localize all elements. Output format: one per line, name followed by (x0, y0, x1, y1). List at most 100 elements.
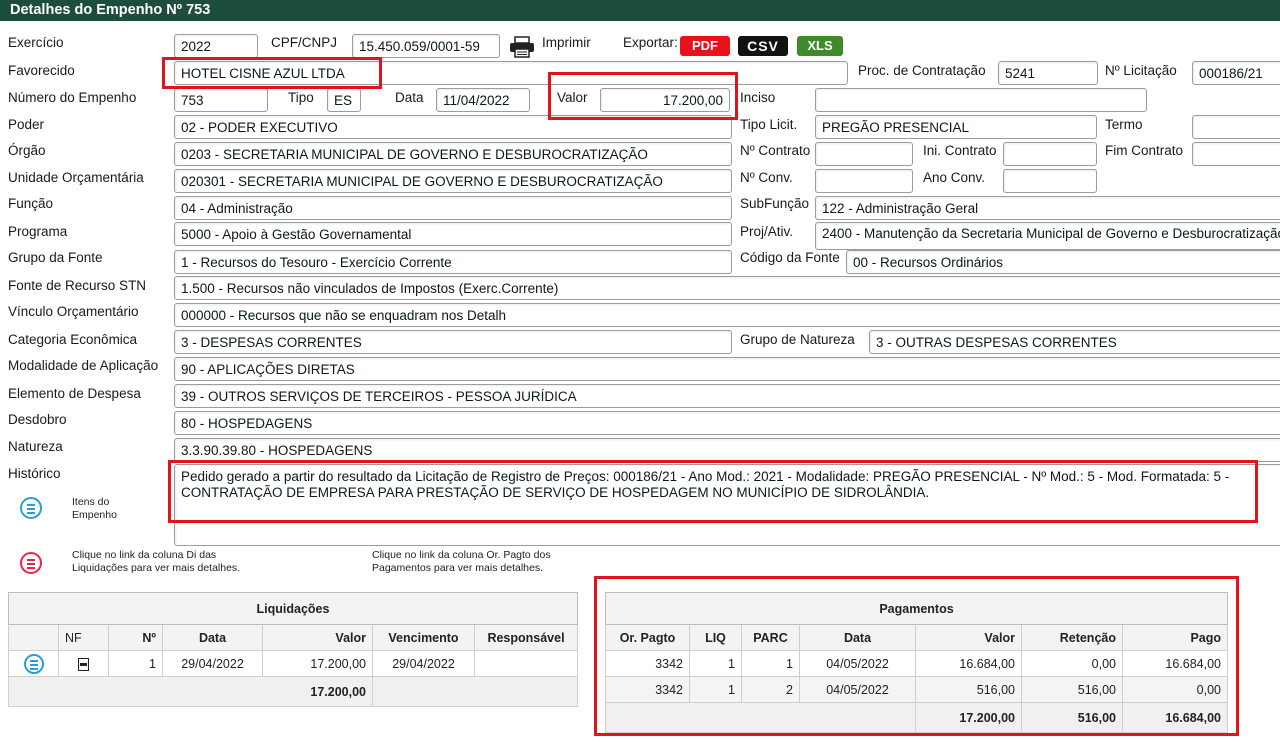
export-xls-button[interactable]: XLS (797, 36, 843, 56)
pag-header-liq: LIQ (689, 624, 742, 651)
tipo-field[interactable]: ES (327, 88, 361, 112)
pag-pago-cell: 16.684,00 (1122, 650, 1228, 677)
elemento-field[interactable]: 39 - OUTROS SERVIÇOS DE TERCEIROS - PESS… (174, 384, 1280, 408)
inciso-field[interactable] (815, 88, 1147, 112)
pag-parc-cell: 1 (741, 650, 800, 677)
hint-pagamentos: Clique no link da coluna Or. Pagto dos P… (372, 549, 551, 574)
unidade-field[interactable]: 020301 - SECRETARIA MUNICIPAL DE GOVERNO… (174, 169, 732, 193)
fim-contrato-field[interactable] (1192, 142, 1280, 166)
printer-icon[interactable] (509, 36, 535, 58)
export-pdf-button[interactable]: PDF (680, 36, 730, 56)
detail-list-icon[interactable] (23, 653, 44, 674)
funcao-field[interactable]: 04 - Administração (174, 196, 732, 220)
label-inciso: Inciso (740, 90, 776, 105)
pag-total-pago: 16.684,00 (1122, 702, 1228, 733)
liquidacoes-title: Liquidações (8, 592, 578, 625)
proj-field[interactable]: 2400 - Manutenção da Secretaria Municipa… (815, 222, 1280, 250)
label-exercicio: Exercício (8, 35, 64, 50)
pag-header-orpagto: Or. Pagto (605, 624, 690, 651)
print-button[interactable]: Imprimir (542, 35, 591, 50)
label-proj: Proj/Ativ. (740, 224, 794, 239)
label-licitacao: Nº Licitação (1105, 63, 1177, 78)
codigo-fonte-field[interactable]: 00 - Recursos Ordinários (846, 250, 1280, 274)
liq-vencimento-cell: 29/04/2022 (372, 650, 475, 677)
favorecido-field[interactable]: HOTEL CISNE AZUL LTDA (174, 61, 848, 85)
pag-total-retencao: 516,00 (1021, 702, 1123, 733)
data-field[interactable]: 11/04/2022 (436, 88, 530, 112)
label-favorecido: Favorecido (8, 63, 75, 78)
pagamentos-title: Pagamentos (605, 592, 1228, 625)
licitacao-field[interactable]: 000186/21 (1192, 61, 1280, 85)
fonte-stn-field[interactable]: 1.500 - Recursos não vinculados de Impos… (174, 276, 1280, 300)
liq-nf-cell[interactable] (58, 650, 109, 677)
label-codigo-fonte: Código da Fonte (740, 250, 840, 265)
ano-conv-field[interactable] (1003, 169, 1097, 193)
table-row: 1 29/04/2022 17.200,00 29/04/2022 (8, 650, 578, 677)
grupo-natureza-field[interactable]: 3 - OUTRAS DESPESAS CORRENTES (869, 330, 1280, 354)
liq-detail-cell[interactable] (8, 650, 59, 677)
label-desdobro: Desdobro (8, 412, 67, 427)
label-fim-contrato: Fim Contrato (1105, 143, 1184, 158)
pag-orpagto-link[interactable]: 3342 (605, 650, 690, 677)
liq-header-responsavel: Responsável (474, 624, 578, 651)
tipo-licit-field[interactable]: PREGÃO PRESENCIAL (815, 115, 1097, 139)
liq-header-vencimento: Vencimento (372, 624, 475, 651)
cpf-field[interactable]: 15.450.059/0001-59 (352, 34, 500, 58)
label-contrato: Nº Contrato (740, 143, 811, 158)
vinculo-field[interactable]: 000000 - Recursos que não se enquadram n… (174, 303, 1280, 327)
table-row: 3342 1 1 04/05/2022 16.684,00 0,00 16.68… (605, 650, 1228, 677)
orgao-field[interactable]: 0203 - SECRETARIA MUNICIPAL DE GOVERNO E… (174, 142, 732, 166)
label-ini-contrato: Ini. Contrato (923, 143, 997, 158)
desdobro-field[interactable]: 80 - HOSPEDAGENS (174, 411, 1280, 435)
termo-field[interactable] (1192, 115, 1280, 139)
conv-field[interactable] (815, 169, 913, 193)
grupo-fonte-field[interactable]: 1 - Recursos do Tesouro - Exercício Corr… (174, 250, 732, 274)
liq-responsavel-cell (474, 650, 578, 677)
pag-liq-cell: 1 (689, 676, 742, 703)
document-icon[interactable] (78, 657, 89, 671)
liquidacoes-table: Liquidações NF Nº Data Valor Vencimento … (8, 592, 578, 707)
label-termo: Termo (1105, 117, 1143, 132)
natureza-field[interactable]: 3.3.90.39.80 - HOSPEDAGENS (174, 438, 1280, 462)
label-historico: Histórico (8, 466, 61, 481)
label-natureza: Natureza (8, 439, 63, 454)
label-ano-conv: Ano Conv. (923, 170, 986, 185)
itens-list-icon[interactable] (20, 497, 42, 519)
label-categoria: Categoria Econômica (8, 332, 138, 347)
historico-field[interactable]: Pedido gerado a partir do resultado da L… (174, 464, 1280, 546)
liq-header-data: Data (162, 624, 263, 651)
pag-liq-cell: 1 (689, 650, 742, 677)
pag-retencao-cell: 0,00 (1021, 650, 1123, 677)
label-grupo-natureza: Grupo de Natureza (740, 332, 855, 347)
pag-orpagto-link[interactable]: 3342 (605, 676, 690, 703)
exercicio-field[interactable]: 2022 (174, 34, 258, 58)
label-conv: Nº Conv. (740, 170, 793, 185)
liq-header-valor: Valor (262, 624, 373, 651)
contrato-field[interactable] (815, 142, 913, 166)
label-funcao: Função (8, 196, 54, 211)
poder-field[interactable]: 02 - PODER EXECUTIVO (174, 115, 732, 139)
liq-header-num: Nº (108, 624, 163, 651)
pag-retencao-cell: 516,00 (1021, 676, 1123, 703)
liq-data-cell: 29/04/2022 (162, 650, 263, 677)
programa-field[interactable]: 5000 - Apoio à Gestão Governamental (174, 222, 732, 246)
proc-field[interactable]: 5241 (998, 61, 1098, 85)
numero-field[interactable]: 753 (174, 88, 268, 112)
label-orgao: Órgão (8, 143, 46, 158)
label-numero: Número do Empenho (8, 90, 137, 105)
label-poder: Poder (8, 117, 45, 132)
itens-label[interactable]: Itens do Empenho (72, 496, 142, 522)
label-tipo-licit: Tipo Licit. (740, 117, 798, 132)
liq-header-icon (8, 624, 59, 651)
pag-valor-cell: 16.684,00 (915, 650, 1022, 677)
label-tipo: Tipo (288, 90, 314, 105)
valor-field[interactable]: 17.200,00 (600, 88, 730, 112)
label-grupo-fonte: Grupo da Fonte (8, 250, 103, 265)
label-fonte-stn: Fonte de Recurso STN (8, 278, 147, 293)
subfuncao-field[interactable]: 122 - Administração Geral (815, 196, 1280, 220)
ini-contrato-field[interactable] (1003, 142, 1097, 166)
modalidade-field[interactable]: 90 - APLICAÇÕES DIRETAS (174, 357, 1280, 381)
pag-header-valor: Valor (915, 624, 1022, 651)
categoria-field[interactable]: 3 - DESPESAS CORRENTES (174, 330, 732, 354)
export-csv-button[interactable]: CSV (738, 36, 788, 56)
